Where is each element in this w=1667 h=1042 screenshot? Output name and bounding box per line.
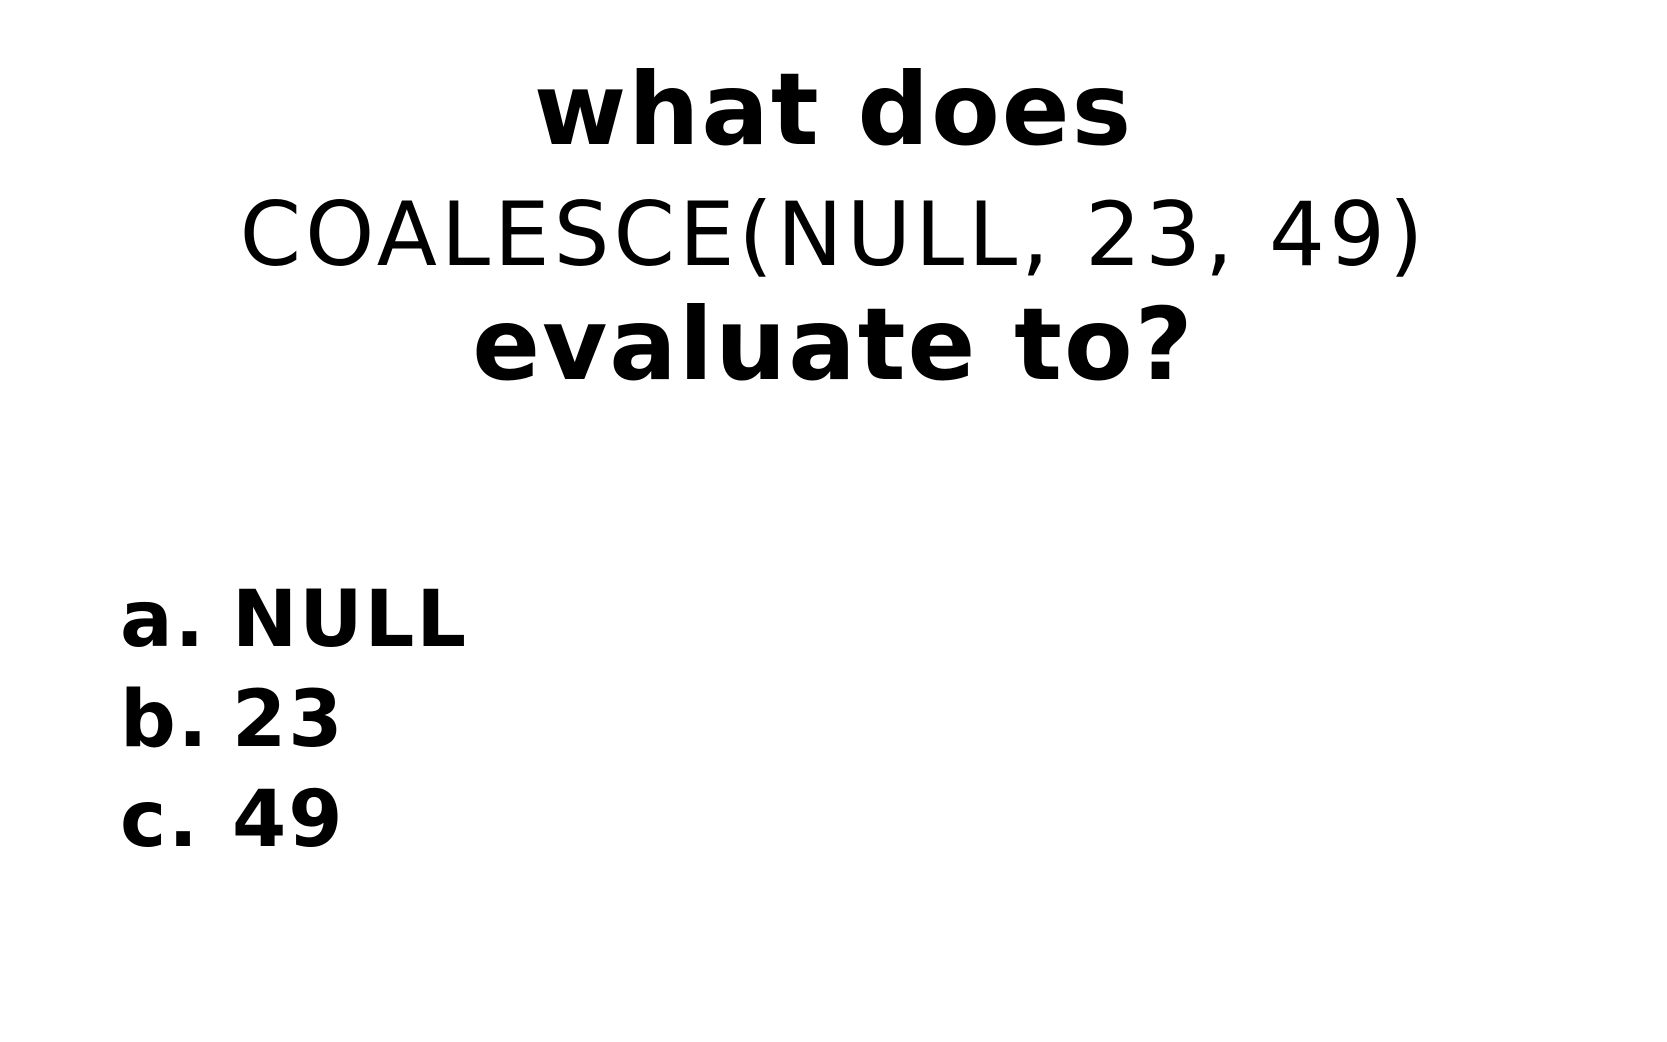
answer-option-a: a. NULL [120, 570, 468, 670]
answer-options-list: a. NULL b. 23 c. 49 [120, 570, 468, 870]
answer-option-c: c. 49 [120, 770, 468, 870]
question-text-line-3: evaluate to? [472, 286, 1195, 403]
option-text: 23 [232, 675, 345, 765]
option-text: NULL [232, 575, 469, 665]
option-letter: b. [120, 675, 210, 765]
option-letter: a. [120, 575, 207, 665]
option-letter: c. [120, 775, 200, 865]
question-code-expression: COALESCE(NULL, 23, 49) [239, 183, 1428, 286]
answer-option-b: b. 23 [120, 670, 468, 770]
option-text: 49 [232, 775, 345, 865]
question-text-line-1: what does [533, 51, 1134, 168]
